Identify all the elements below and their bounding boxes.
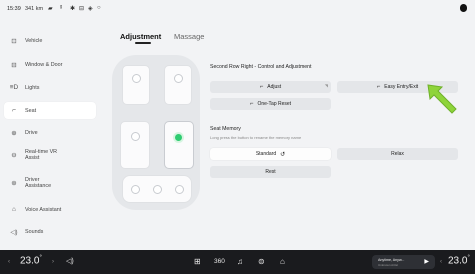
temp-up-left-icon[interactable]: › xyxy=(52,259,54,265)
seat-easy-entry-icon: ⌐ xyxy=(376,84,381,90)
seat-second-row-right[interactable] xyxy=(164,121,194,169)
sidebar-item-sounds[interactable]: ◁) Sounds xyxy=(4,223,96,240)
pointer-arrow-icon xyxy=(427,84,457,114)
seat-second-row-left[interactable] xyxy=(120,121,150,169)
wifi-icon: ⊟ xyxy=(79,6,85,12)
apps-grid-icon[interactable]: ⊞ xyxy=(194,257,201,266)
sidebar-item-label: Real-time VR Assist xyxy=(25,149,58,161)
sidebar-item-label: Drive xyxy=(25,129,38,136)
adjust-button-label: Adjust xyxy=(267,84,282,90)
steering-icon: ⊕ xyxy=(11,129,17,137)
sidebar-item-lights[interactable]: ≡D Lights xyxy=(4,79,96,96)
selected-seat-indicator xyxy=(175,134,182,141)
passenger-temperature[interactable]: 23.0° xyxy=(448,255,470,266)
sidebar-item-vr-assist[interactable]: ⊖ Real-time VR Assist xyxy=(4,145,96,165)
seat-knob xyxy=(131,185,140,194)
seat-front-left[interactable] xyxy=(122,65,150,105)
memory-standard-label: Standard xyxy=(255,151,277,157)
control-section-title: Second Row Right - Control and Adjustmen… xyxy=(210,64,312,70)
seat-memory-subtitle: Long press the button to rename the memo… xyxy=(210,135,302,140)
passenger-temp-unit: ° xyxy=(467,255,470,261)
door-icon: ⊟ xyxy=(11,61,17,69)
seat-knob xyxy=(131,132,140,141)
battery-icon: ▰ xyxy=(48,6,53,12)
driver-temperature[interactable]: 23.0° xyxy=(20,255,42,266)
one-tap-reset-label: One-Tap Reset xyxy=(257,101,292,107)
media-player[interactable]: Anytime, Anyw... Unknown Artist ▶ xyxy=(372,255,435,269)
tab-massage[interactable]: Massage xyxy=(174,32,204,41)
passenger-temp-value: 23.0 xyxy=(448,255,468,267)
speaker-icon: ◁) xyxy=(10,228,18,236)
memory-rest-label: Rest xyxy=(265,169,276,175)
seat-memory-title: Seat Memory xyxy=(210,126,241,132)
sidebar-item-label: Lights xyxy=(25,84,40,91)
sidebar-item-driver-assistance[interactable]: ⊛ Driver Assistance xyxy=(4,173,96,193)
sidebar-item-label: Sounds xyxy=(25,228,44,235)
seat-knob xyxy=(175,185,184,194)
bottom-dock: ‹ 23.0° › ◁) ⊞ 360 ♫ ⊜ ⌂ Anytime, Anyw..… xyxy=(0,250,475,274)
easy-entry-exit-label: Easy Entry/Exit xyxy=(384,84,419,90)
car-seat-diagram xyxy=(112,55,200,210)
range-text: 341 km xyxy=(25,6,44,12)
media-title: Anytime, Anyw... xyxy=(378,258,405,262)
vr-icon: ⊖ xyxy=(11,152,17,159)
sidebar-item-drive[interactable]: ⊕ Drive xyxy=(4,124,96,141)
seat-third-row[interactable] xyxy=(122,175,192,203)
sidebar-item-window-door[interactable]: ⊟ Window & Door xyxy=(4,56,96,73)
car-icon: ⊡ xyxy=(11,37,17,45)
seat-adjust-icon: ⌐ xyxy=(259,84,264,90)
expand-corner-icon: ◥ xyxy=(324,83,328,88)
seat-reset-icon: ⌐ xyxy=(249,101,254,107)
media-subtitle: Unknown Artist xyxy=(378,262,399,267)
play-icon[interactable]: ▶ xyxy=(424,258,429,265)
sidebar-item-label: Vehicle xyxy=(25,37,43,44)
volume-icon[interactable]: ◁) xyxy=(66,257,74,265)
seat-knob xyxy=(132,74,141,83)
memory-standard-button[interactable]: Standard ↺ xyxy=(210,148,331,160)
memory-relax-label: Relax xyxy=(391,151,404,157)
seat-knob xyxy=(153,185,162,194)
tab-adjustment[interactable]: Adjustment xyxy=(120,32,161,41)
sidebar-item-label: Voice Assistant xyxy=(25,206,62,213)
home-icon[interactable]: ⌂ xyxy=(280,257,285,266)
profile-icon[interactable] xyxy=(460,4,467,12)
memory-relax-button[interactable]: Relax xyxy=(337,148,458,160)
sidebar-item-seat[interactable]: ⌐ Seat xyxy=(4,102,96,119)
seat-knob xyxy=(174,74,183,83)
music-icon[interactable]: ♫ xyxy=(237,257,243,266)
sidebar-item-voice-assistant[interactable]: ⌂ Voice Assistant xyxy=(4,201,96,218)
location-icon: ◈ xyxy=(88,6,93,12)
sidebar: ⊡ Vehicle ⊟ Window & Door ≡D Lights ⌐ Se… xyxy=(0,18,100,250)
status-time: 15:39 xyxy=(7,6,21,12)
status-bar: 15:39 341 km ▰ ᵍ ✱ ⊟ ◈ ○ xyxy=(0,0,475,18)
settings-screen: 15:39 341 km ▰ ᵍ ✱ ⊟ ◈ ○ ⊡ Vehicle ⊟ Win… xyxy=(0,0,475,250)
memory-rest-button[interactable]: Rest xyxy=(210,166,331,178)
light-icon: ≡D xyxy=(9,84,19,91)
driver-assist-icon: ⊛ xyxy=(11,180,17,187)
voice-icon: ⌂ xyxy=(12,206,16,213)
adjust-button[interactable]: ⌐ Adjust ◥ xyxy=(210,81,331,93)
sidebar-item-label: Driver Assistance xyxy=(25,177,52,189)
driver-temp-unit: ° xyxy=(39,255,42,261)
temp-down-left-icon[interactable]: ‹ xyxy=(8,259,10,265)
media-icon: ○ xyxy=(97,5,101,11)
sidebar-item-vehicle[interactable]: ⊡ Vehicle xyxy=(4,32,96,49)
camera-360-icon[interactable]: 360 xyxy=(214,258,225,265)
one-tap-reset-button[interactable]: ⌐ One-Tap Reset xyxy=(210,98,331,110)
temp-down-right-icon[interactable]: ‹ xyxy=(440,259,442,265)
active-tab-indicator xyxy=(135,42,151,44)
seat-front-right[interactable] xyxy=(164,65,192,105)
sidebar-item-label: Seat xyxy=(25,107,37,114)
seat-icon: ⌐ xyxy=(12,107,16,114)
driver-temp-value: 23.0 xyxy=(20,255,40,267)
signal-icon: ᵍ xyxy=(60,5,63,11)
bluetooth-icon: ✱ xyxy=(70,6,76,12)
undo-icon: ↺ xyxy=(280,151,286,158)
sidebar-item-label: Window & Door xyxy=(25,61,63,68)
car-settings-icon[interactable]: ⊜ xyxy=(258,257,265,266)
